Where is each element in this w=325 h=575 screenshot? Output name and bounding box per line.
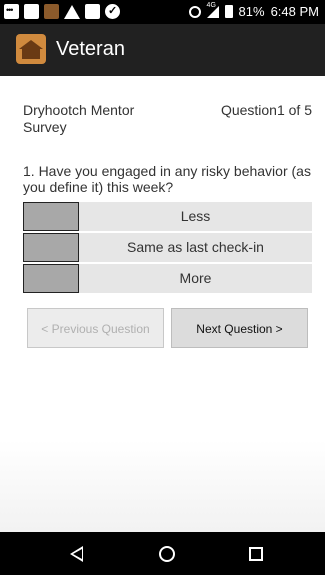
check-icon [105, 4, 120, 19]
option-less[interactable]: Less [23, 202, 312, 231]
status-bar: 4G 81% 6:48 PM [0, 0, 325, 24]
clock: 6:48 PM [270, 4, 319, 19]
option-label: Less [180, 208, 211, 224]
home-icon[interactable] [159, 546, 175, 562]
alarm-icon [188, 5, 201, 18]
previous-question-button[interactable]: < Previous Question [27, 308, 164, 348]
option-same[interactable]: Same as last check-in [23, 233, 312, 262]
question-text: 1. Have you engaged in any risky behavio… [23, 163, 311, 195]
battery-percent: 81% [238, 4, 265, 19]
network-label: 4G [206, 1, 216, 9]
drive-icon [64, 4, 80, 19]
option-more[interactable]: More [23, 264, 312, 293]
navigation-bar [0, 532, 325, 575]
house-logo-icon [16, 34, 46, 64]
option-label: Same as last check-in [127, 239, 264, 255]
content-background [0, 440, 325, 532]
message-icon [4, 4, 19, 19]
signal-icon: 4G [206, 2, 219, 18]
survey-name: Dryhootch Mentor Survey [23, 102, 135, 135]
option-checkbox[interactable] [23, 202, 79, 231]
next-question-button[interactable]: Next Question > [171, 308, 308, 348]
question-counter: Question1 of 5 [220, 102, 312, 118]
app-bar: Veteran [0, 24, 325, 76]
recents-icon[interactable] [249, 547, 263, 561]
photo-icon [85, 4, 100, 19]
image-icon [24, 4, 39, 19]
app-icon [44, 4, 59, 19]
system-status: 4G 81% 6:48 PM [188, 2, 319, 19]
option-label: More [179, 270, 212, 286]
app-title: Veteran [56, 38, 125, 60]
notification-icons [4, 4, 120, 19]
option-checkbox[interactable] [23, 233, 79, 262]
option-checkbox[interactable] [23, 264, 79, 293]
battery-icon [224, 5, 233, 18]
